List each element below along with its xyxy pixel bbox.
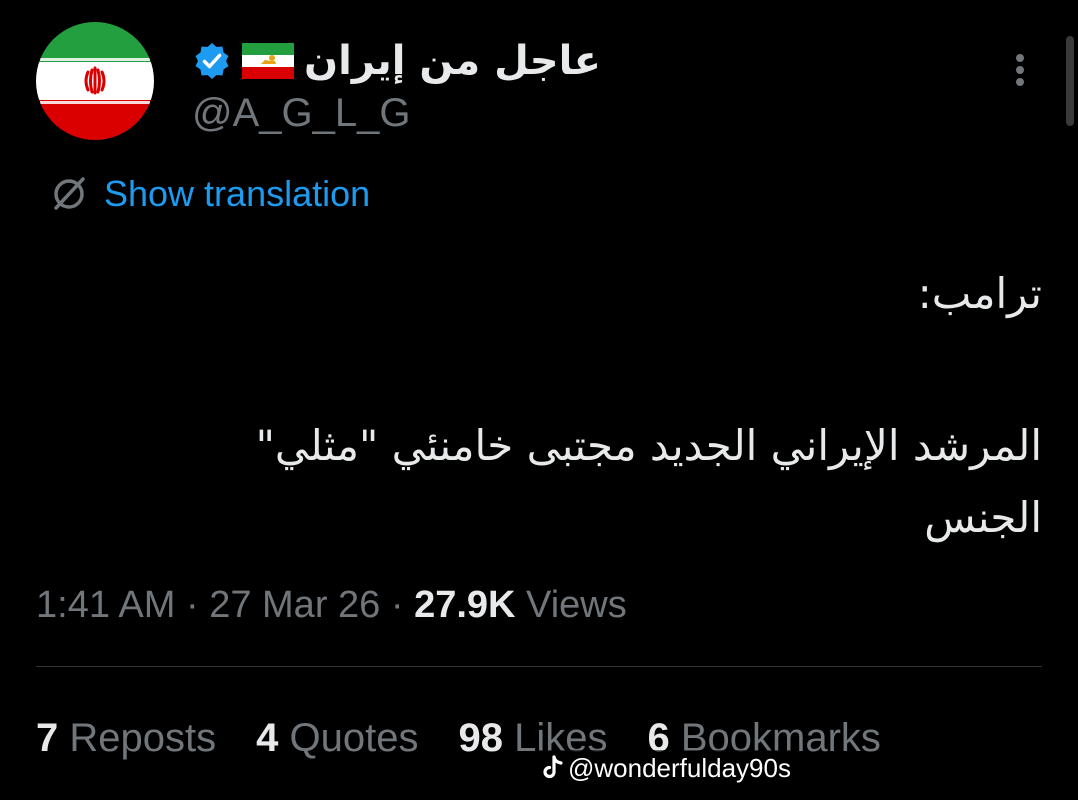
meta-separator: · — [390, 584, 404, 626]
show-translation-label[interactable]: Show translation — [104, 176, 370, 212]
watermark-text: @wonderfulday90s — [568, 752, 791, 783]
tweet-paragraph-gap — [82, 330, 1042, 410]
more-options-button[interactable] — [1000, 50, 1040, 90]
iran-lion-sun-flag-icon — [242, 43, 294, 79]
views-count: 27.9K — [414, 584, 516, 626]
tweet-time[interactable]: 1:41 AM — [36, 584, 175, 626]
tweet-line-2: المرشد الإيراني الجديد مجتبى خامنئي "مثل… — [255, 421, 1042, 470]
divider — [36, 666, 1042, 667]
show-translation-link[interactable]: Show translation — [48, 170, 370, 218]
iran-flag-avatar-icon — [36, 22, 154, 140]
tweet-date[interactable]: 27 Mar 26 — [209, 584, 380, 626]
more-vertical-icon — [1016, 54, 1024, 86]
tweet-line-3: الجنس — [924, 493, 1042, 542]
quotes-stat[interactable]: 4 Quotes — [256, 712, 418, 764]
quotes-label: Quotes — [289, 716, 419, 760]
tweet-text: ترامب: المرشد الإيراني الجديد مجتبى خامن… — [82, 258, 1042, 554]
tweet-line-1: ترامب: — [917, 269, 1042, 318]
verified-badge-icon — [195, 43, 229, 79]
author-name-row[interactable]: عاجل من إيران — [192, 30, 601, 92]
avatar[interactable] — [36, 22, 154, 140]
tiktok-icon — [543, 755, 563, 779]
scrollbar[interactable] — [1066, 36, 1074, 126]
views-label: Views — [526, 584, 627, 626]
reposts-count: 7 — [36, 716, 59, 760]
reposts-label: Reposts — [69, 716, 217, 760]
globe-slash-icon — [54, 177, 85, 210]
tweet-meta: 1:41 AM · 27 Mar 26 · 27.9K Views — [36, 580, 627, 630]
display-name[interactable]: عاجل من إيران — [304, 41, 601, 81]
quotes-count: 4 — [256, 716, 279, 760]
tiktok-watermark: @wonderfulday90s — [538, 750, 795, 786]
reposts-stat[interactable]: 7 Reposts — [36, 712, 216, 764]
user-handle[interactable]: @A_G_L_G — [192, 90, 411, 136]
meta-separator: · — [185, 584, 199, 626]
likes-count: 98 — [458, 716, 503, 760]
